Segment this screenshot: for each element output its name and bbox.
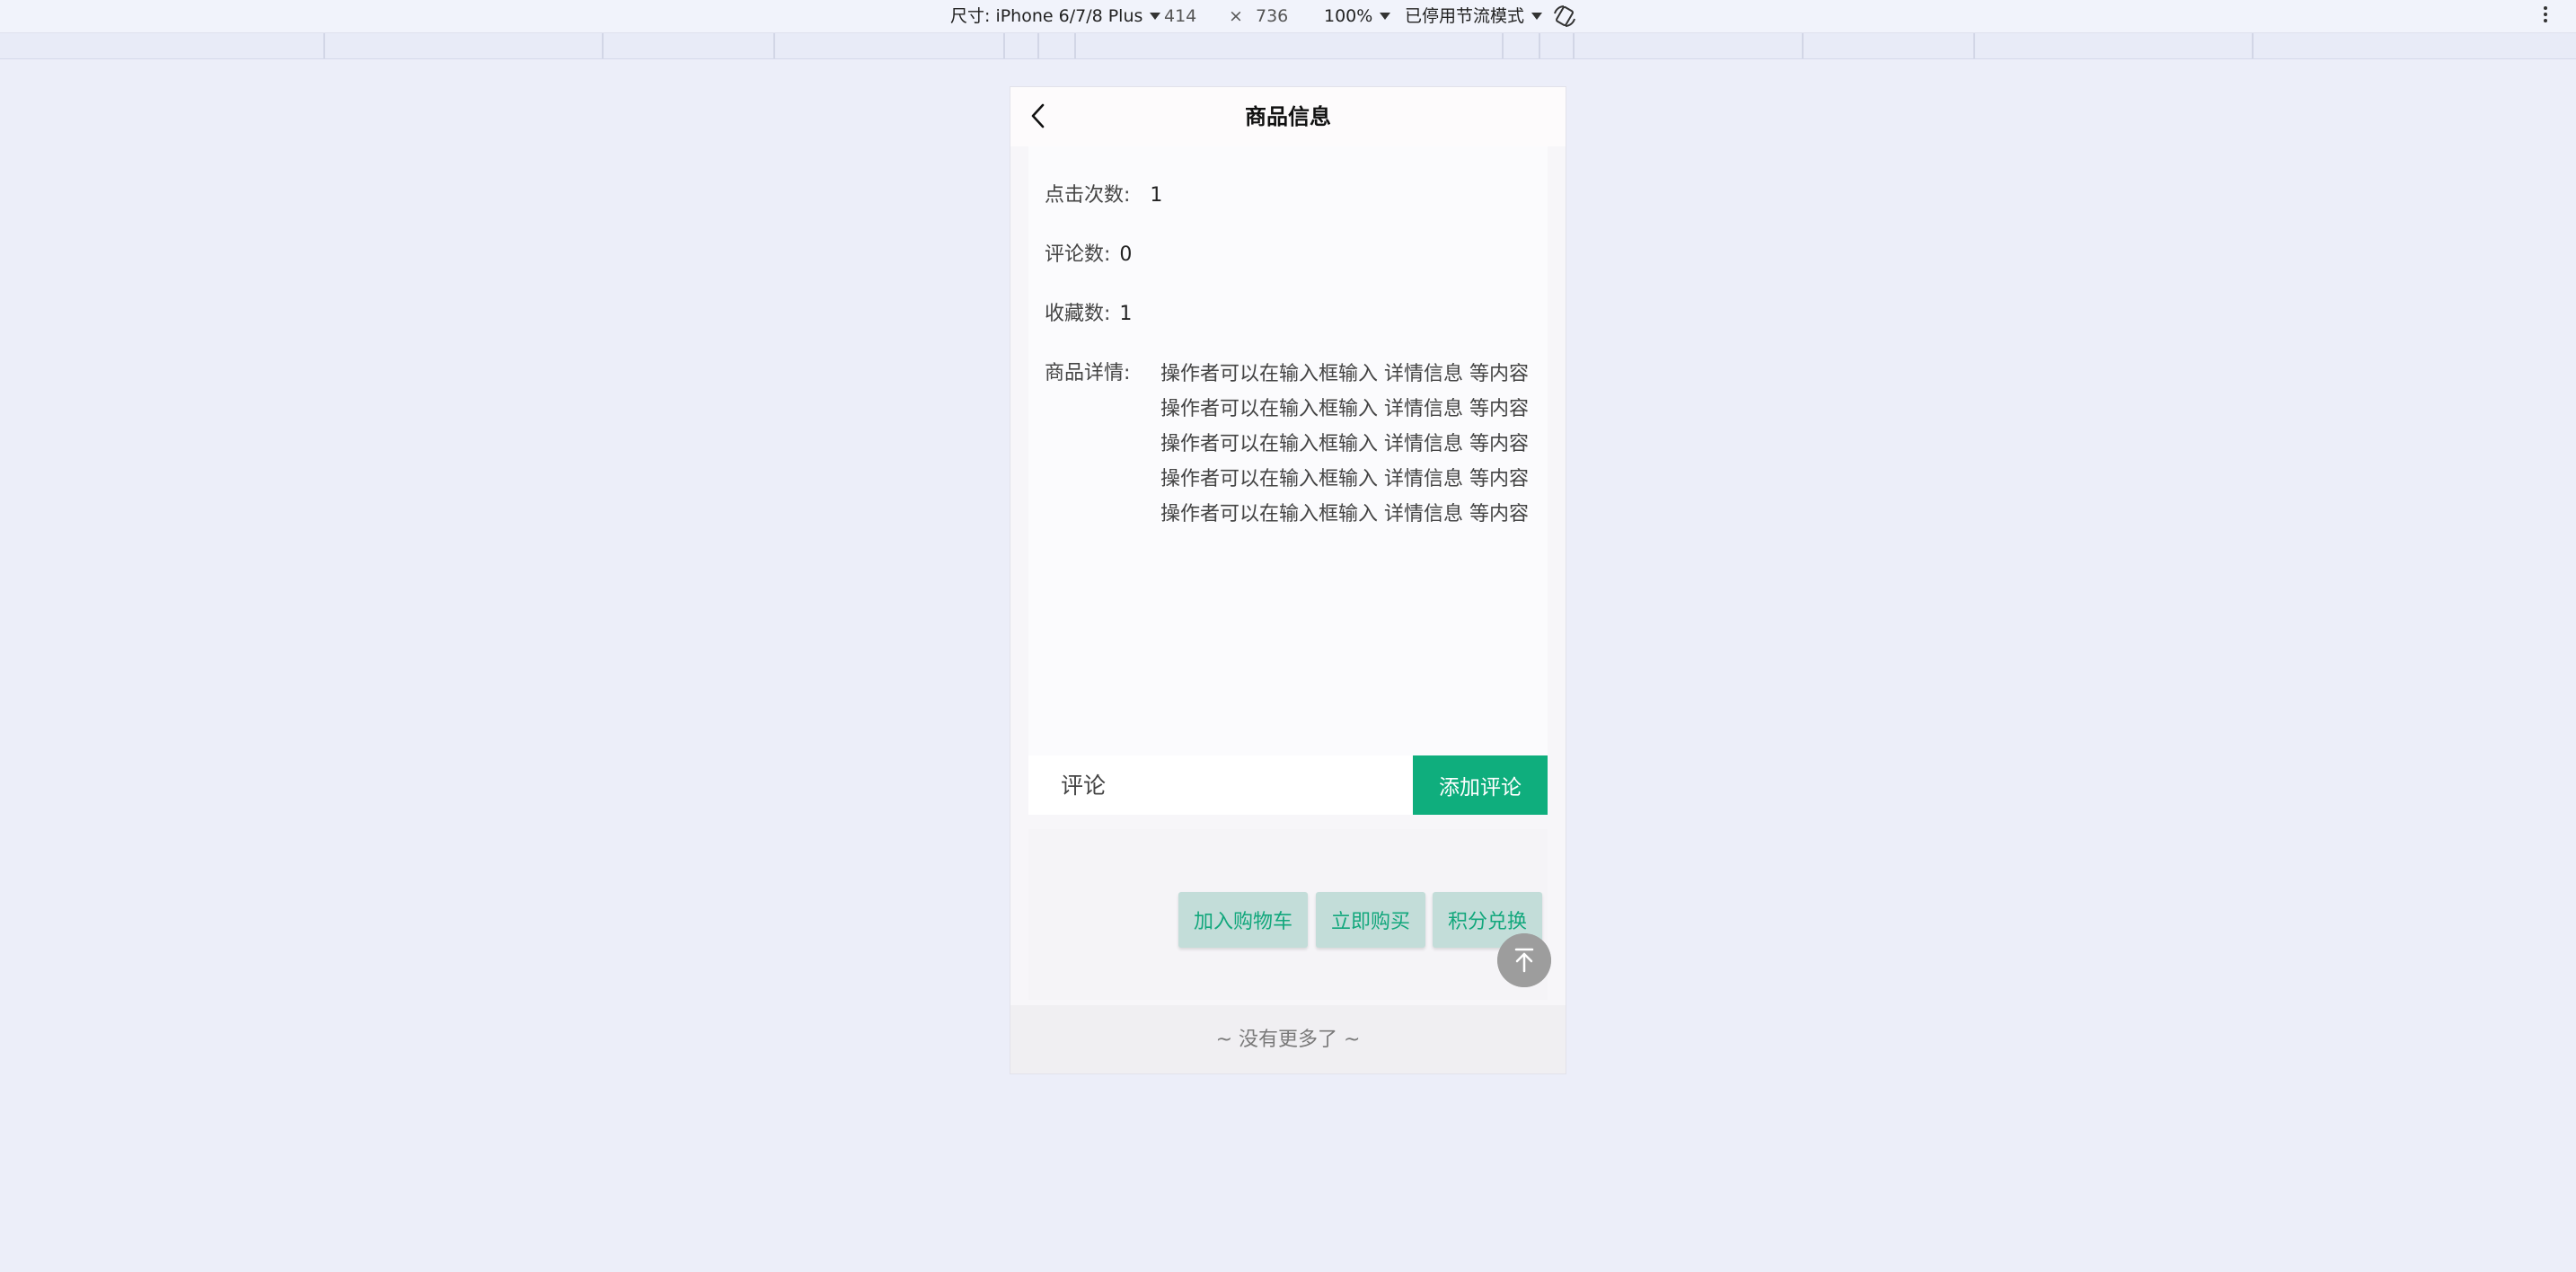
details-line: 操作者可以在输入框输入 详情信息 等内容 bbox=[1160, 363, 1529, 385]
click-count-value: 1 bbox=[1150, 184, 1163, 207]
no-more-footer: ~ 没有更多了 ~ bbox=[1010, 1005, 1566, 1073]
details-label: 商品详情: bbox=[1045, 362, 1131, 384]
page-title: 商品信息 bbox=[1245, 104, 1331, 129]
details-line: 操作者可以在输入框输入 详情信息 等内容 bbox=[1160, 433, 1529, 455]
product-info-card: 点击次数: 1 评论数: 0 收藏数: 1 商品详情: 操作者可以在输入框输入 详情信… bbox=[1028, 146, 1548, 813]
caret-down-icon bbox=[1380, 13, 1391, 20]
comment-count-value: 0 bbox=[1119, 243, 1133, 266]
width-input[interactable]: 414 bbox=[1164, 4, 1196, 29]
click-count-row: 点击次数: 1 bbox=[1045, 179, 1162, 208]
favorite-count-row: 收藏数: 1 bbox=[1045, 297, 1132, 326]
details-line: 操作者可以在输入框输入 详情信息 等内容 bbox=[1160, 398, 1529, 420]
device-select[interactable]: 尺寸: iPhone 6/7/8 Plus bbox=[950, 4, 1161, 29]
device-label: 尺寸: iPhone 6/7/8 Plus bbox=[950, 6, 1143, 26]
comment-count-row: 评论数: 0 bbox=[1045, 238, 1132, 267]
comment-row: 添加评论 bbox=[1028, 755, 1548, 815]
caret-down-icon bbox=[1150, 13, 1161, 20]
favorite-count-label: 收藏数: bbox=[1045, 303, 1111, 325]
zoom-label: 100% bbox=[1324, 6, 1373, 26]
buy-now-button[interactable]: 立即购买 bbox=[1316, 892, 1425, 948]
phone-viewport: 商品信息 点击次数: 1 评论数: 0 收藏数: 1 商品详情: 操作者可以在输入框输… bbox=[1010, 86, 1566, 1074]
details-line: 操作者可以在输入框输入 详情信息 等内容 bbox=[1160, 468, 1529, 490]
nav-bar: 商品信息 bbox=[1010, 87, 1566, 146]
comment-count-label: 评论数: bbox=[1045, 243, 1111, 266]
rotate-icon[interactable] bbox=[1551, 3, 1578, 30]
devtools-toolbar: 尺寸: iPhone 6/7/8 Plus 414 × 736 100% 已停用… bbox=[0, 0, 2576, 33]
times-sign: × bbox=[1229, 6, 1243, 26]
favorite-count-value: 1 bbox=[1119, 303, 1133, 325]
click-count-label: 点击次数: bbox=[1045, 184, 1131, 207]
zoom-select[interactable]: 100% bbox=[1324, 4, 1391, 29]
details-line: 操作者可以在输入框输入 详情信息 等内容 bbox=[1160, 503, 1529, 526]
action-area: 加入购物车 立即购买 积分兑换 bbox=[1028, 829, 1548, 1000]
height-input[interactable]: 736 bbox=[1256, 4, 1288, 29]
details-text: 操作者可以在输入框输入 详情信息 等内容 操作者可以在输入框输入 详情信息 等内… bbox=[1160, 357, 1529, 532]
caret-down-icon bbox=[1531, 13, 1543, 20]
add-comment-button[interactable]: 添加评论 bbox=[1413, 755, 1548, 815]
more-vertical-icon[interactable] bbox=[2540, 4, 2551, 29]
throttle-select[interactable]: 已停用节流模式 bbox=[1405, 4, 1543, 29]
arrow-up-icon[interactable] bbox=[1497, 933, 1551, 987]
add-to-cart-button[interactable]: 加入购物车 bbox=[1178, 892, 1308, 948]
comment-input[interactable] bbox=[1028, 755, 1413, 815]
media-query-ruler bbox=[0, 33, 2576, 59]
throttle-label: 已停用节流模式 bbox=[1405, 6, 1525, 26]
